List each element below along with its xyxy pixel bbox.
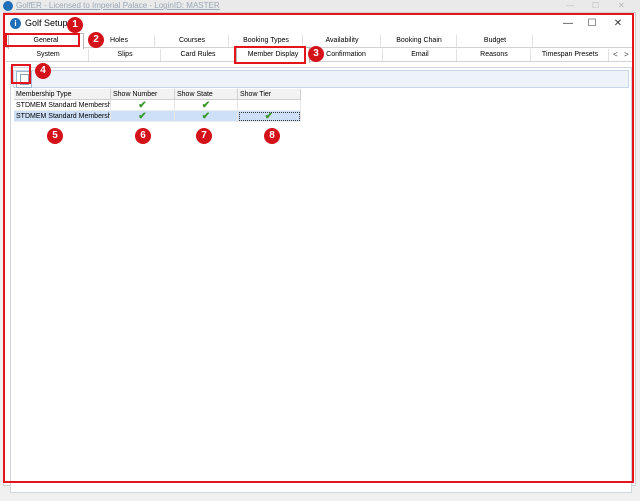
highlight-new-button <box>11 64 31 84</box>
annotation-badge-3: 3 <box>308 46 324 62</box>
annotation-badge-6: 6 <box>135 128 151 144</box>
annotation-badge-4: 4 <box>35 63 51 79</box>
background-window-title: GolfER - Licensed to Imperial Palace - L… <box>16 1 220 10</box>
background-minimize-icon[interactable]: — <box>566 1 574 10</box>
background-window-titlebar: GolfER - Licensed to Imperial Palace - L… <box>0 0 640 12</box>
annotation-badge-2: 2 <box>88 32 104 48</box>
annotation-badge-1: 1 <box>67 17 83 33</box>
highlight-member-display-tab <box>234 46 306 64</box>
background-close-icon[interactable]: ✕ <box>618 1 625 10</box>
background-maximize-icon[interactable]: ☐ <box>592 1 599 10</box>
highlight-dialog <box>3 13 634 483</box>
annotation-badge-7: 7 <box>196 128 212 144</box>
highlight-general-tab <box>5 33 80 47</box>
app-icon <box>3 1 13 11</box>
annotation-badge-5: 5 <box>47 128 63 144</box>
annotation-badge-8: 8 <box>264 128 280 144</box>
